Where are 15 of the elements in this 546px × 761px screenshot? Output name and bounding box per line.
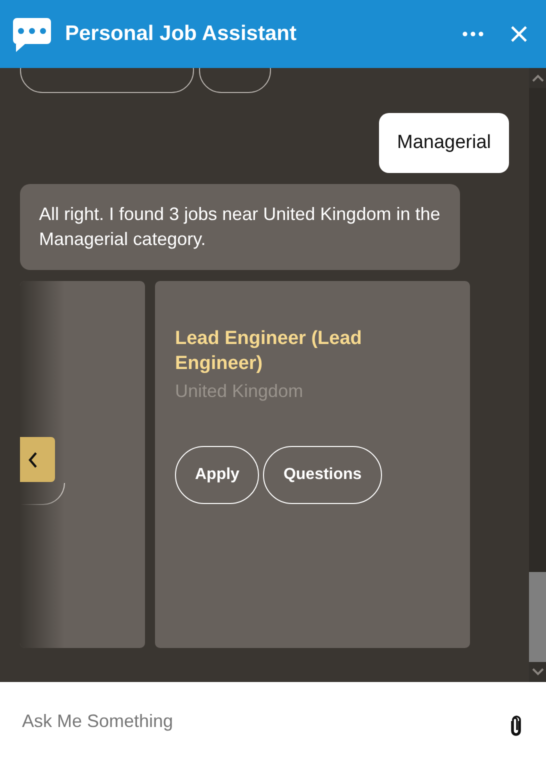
job-title: Lead Engineer (Lead Engineer) — [175, 327, 363, 376]
action-button[interactable]: Questions — [263, 446, 382, 504]
action-button[interactable]: Apply — [175, 446, 260, 504]
scroll-up-icon[interactable] — [529, 68, 546, 88]
chevron-left-icon — [28, 452, 38, 468]
scroll-down-icon[interactable] — [529, 662, 546, 682]
bot-message: All right. I found 3 jobs near United Kingdom in the Managerial category. — [20, 184, 460, 270]
action-button[interactable] — [20, 483, 65, 505]
scrollbar[interactable] — [529, 68, 546, 682]
user-message: Managerial — [379, 113, 509, 173]
scrollbar-thumb[interactable] — [529, 572, 546, 662]
window-title: Personal Job Assistant — [65, 22, 298, 46]
paperclip-icon[interactable] — [510, 714, 522, 736]
chat-bubble-icon — [13, 18, 51, 52]
previous-button[interactable] — [20, 437, 55, 482]
